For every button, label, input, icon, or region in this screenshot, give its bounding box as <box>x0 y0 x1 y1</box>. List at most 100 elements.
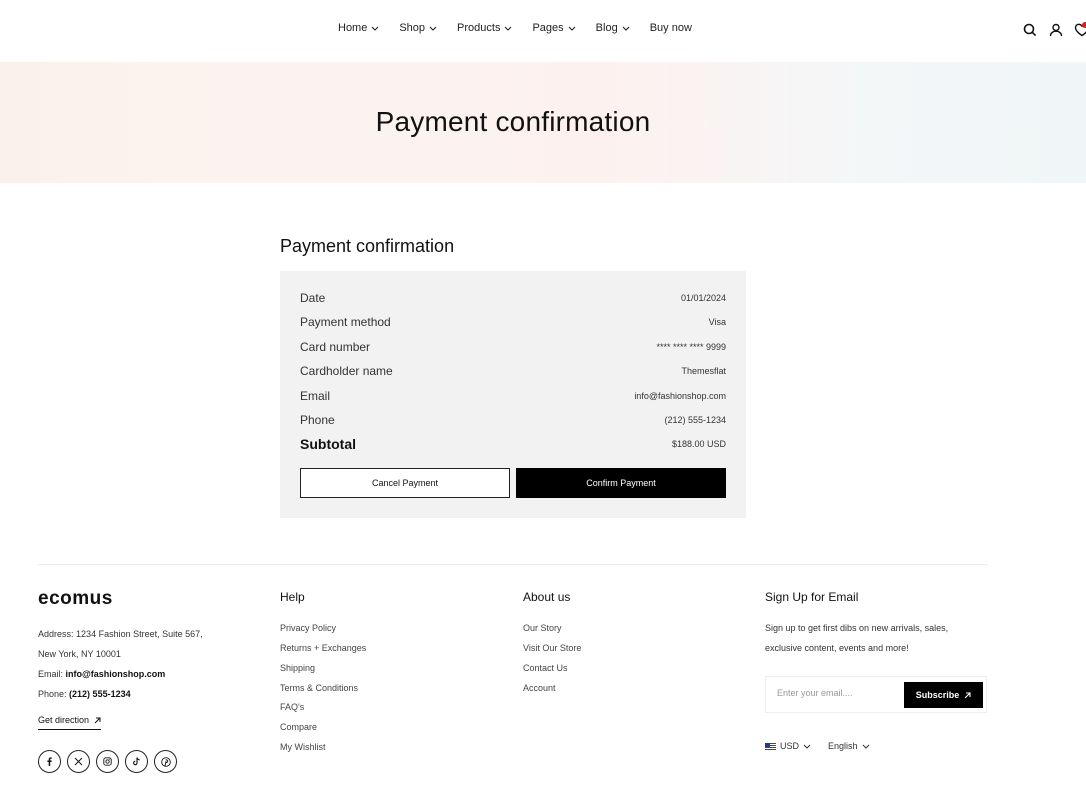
nav-item-blog[interactable]: Blog <box>596 22 630 34</box>
footer-address: Address: 1234 Fashion Street, Suite 567, <box>38 629 203 639</box>
search-icon[interactable] <box>1022 22 1038 38</box>
language-selector[interactable]: English <box>828 741 870 751</box>
row-value: Visa <box>708 317 726 327</box>
pinterest-icon[interactable] <box>154 750 177 773</box>
summary-row-cardholder: Cardholder name Themesflat <box>300 364 726 378</box>
arrow-up-right-icon <box>94 717 101 723</box>
footer-logo[interactable]: ecomus <box>38 588 113 610</box>
site-header: Home Shop Products Pages Blog Buy now <box>0 0 1086 62</box>
nav-item-label: Home <box>338 22 368 34</box>
user-icon[interactable] <box>1048 22 1064 38</box>
signup-text-line1: Sign up to get first dibs on new arrival… <box>765 623 949 633</box>
phone-label: Phone: <box>38 689 67 699</box>
row-label: Cardholder name <box>300 364 393 378</box>
row-value: Themesflat <box>681 366 726 376</box>
email-value[interactable]: info@fashionshop.com <box>66 669 166 679</box>
nav-item-label: Products <box>457 22 501 34</box>
phone-value: (212) 555-1234 <box>69 689 131 699</box>
section-title: Payment confirmation <box>280 236 455 256</box>
currency-label: USD <box>780 741 800 751</box>
summary-row-payment-method: Payment method Visa <box>300 315 726 329</box>
footer-divider <box>38 564 988 565</box>
us-flag-icon <box>765 742 776 750</box>
get-direction-label: Get direction <box>38 715 90 725</box>
summary-row-card-number: Card number **** **** **** 9999 <box>300 340 726 354</box>
wishlist-button[interactable] <box>1074 22 1086 38</box>
x-icon[interactable] <box>67 750 90 773</box>
subscribe-button[interactable]: Subscribe <box>904 682 983 708</box>
signup-text-line2: exclusive content, events and more! <box>765 643 909 653</box>
footer-email: Email: info@fashionshop.com <box>38 669 165 679</box>
main-nav: Home Shop Products Pages Blog Buy now <box>338 22 692 34</box>
row-value: info@fashionshop.com <box>634 391 726 401</box>
email-label: Email: <box>38 669 64 679</box>
social-links <box>38 750 177 773</box>
nav-item-shop[interactable]: Shop <box>399 22 437 34</box>
chevron-down-icon <box>568 26 576 31</box>
row-label: Subtotal <box>300 436 356 452</box>
row-value: $188.00 USD <box>671 439 726 449</box>
chevron-down-icon <box>371 26 379 31</box>
confirm-payment-button[interactable]: Confirm Payment <box>516 468 726 498</box>
page-hero: Payment confirmation <box>0 62 1086 183</box>
footer-link-wishlist[interactable]: My Wishlist <box>280 742 326 752</box>
footer-link-privacy-policy[interactable]: Privacy Policy <box>280 623 336 633</box>
footer-link-account[interactable]: Account <box>523 683 556 693</box>
row-value: **** **** **** 9999 <box>656 342 726 352</box>
address-value: 1234 Fashion Street, Suite 567, <box>76 629 203 639</box>
footer-link-returns[interactable]: Returns + Exchanges <box>280 643 366 653</box>
nav-item-label: Shop <box>399 22 426 34</box>
email-input[interactable] <box>777 688 897 698</box>
footer-link-terms[interactable]: Terms & Conditions <box>280 683 358 693</box>
nav-item-pages[interactable]: Pages <box>532 22 576 34</box>
arrow-up-right-icon <box>964 691 971 698</box>
footer-phone: Phone: (212) 555-1234 <box>38 689 131 699</box>
language-label: English <box>828 741 858 751</box>
newsletter-form: Subscribe <box>765 676 987 713</box>
header-actions <box>1022 22 1086 38</box>
footer-signup-title: Sign Up for Email <box>765 590 859 604</box>
summary-row-phone: Phone (212) 555-1234 <box>300 413 726 427</box>
wishlist-badge <box>1082 22 1086 28</box>
payment-summary-card: Date 01/01/2024 Payment method Visa Card… <box>280 271 746 518</box>
summary-row-date: Date 01/01/2024 <box>300 291 726 305</box>
cancel-payment-button[interactable]: Cancel Payment <box>300 468 510 498</box>
page-title: Payment confirmation <box>375 106 651 137</box>
nav-item-label: Blog <box>595 22 618 34</box>
footer-link-contact[interactable]: Contact Us <box>523 663 568 673</box>
summary-row-subtotal: Subtotal $188.00 USD <box>300 436 726 452</box>
row-label: Email <box>300 389 331 403</box>
nav-item-home[interactable]: Home <box>338 22 379 34</box>
footer-link-compare[interactable]: Compare <box>280 722 317 732</box>
get-direction-link[interactable]: Get direction <box>38 715 102 730</box>
footer-link-shipping[interactable]: Shipping <box>280 663 315 673</box>
nav-item-label: Buy now <box>649 22 692 34</box>
footer-link-our-story[interactable]: Our Story <box>523 623 562 633</box>
currency-selector[interactable]: USD <box>765 741 811 751</box>
instagram-icon[interactable] <box>96 750 119 773</box>
footer-link-faqs[interactable]: FAQ's <box>280 702 304 712</box>
row-label: Date <box>300 291 326 305</box>
tiktok-icon[interactable] <box>125 750 148 773</box>
footer-link-visit-store[interactable]: Visit Our Store <box>523 643 581 653</box>
row-label: Phone <box>300 413 335 427</box>
address-label: Address: <box>38 629 74 639</box>
footer-address-line2: New York, NY 10001 <box>38 649 121 659</box>
chevron-down-icon <box>429 26 437 31</box>
chevron-down-icon <box>862 744 869 749</box>
row-label: Card number <box>300 340 371 354</box>
footer-about-title: About us <box>523 590 571 604</box>
subscribe-label: Subscribe <box>915 690 960 700</box>
chevron-down-icon <box>803 744 811 749</box>
row-label: Payment method <box>300 315 391 329</box>
facebook-icon[interactable] <box>38 750 61 773</box>
chevron-down-icon <box>505 26 512 31</box>
nav-item-products[interactable]: Products <box>457 22 512 34</box>
chevron-down-icon <box>622 26 630 31</box>
nav-item-label: Pages <box>532 22 564 34</box>
summary-row-email: Email info@fashionshop.com <box>300 389 726 403</box>
row-value: 01/01/2024 <box>680 293 726 303</box>
row-value: (212) 555-1234 <box>664 415 726 425</box>
nav-item-buy-now[interactable]: Buy now <box>650 22 692 34</box>
footer-help-title: Help <box>280 590 305 604</box>
